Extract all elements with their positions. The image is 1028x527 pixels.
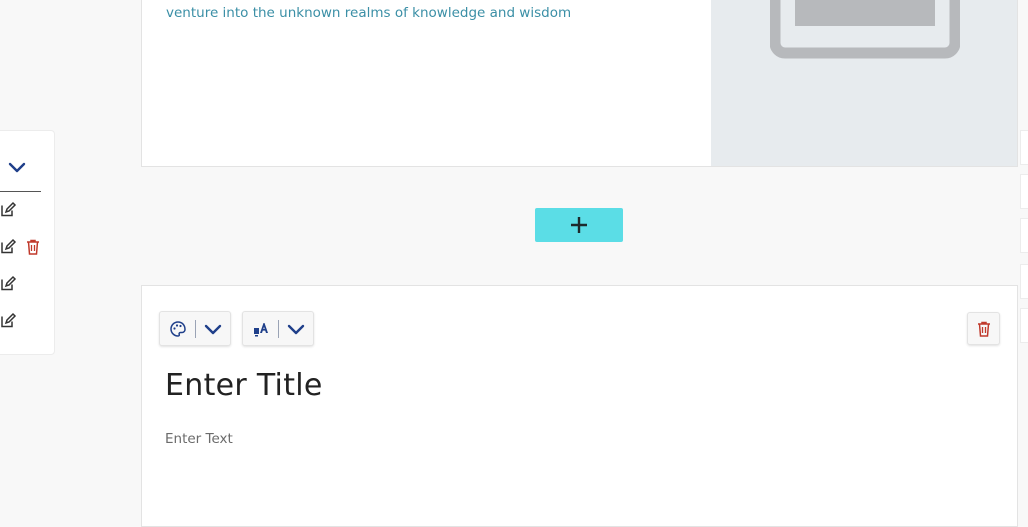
text-style-icon: [253, 322, 268, 336]
content-card: questions while seemingly daunting conti…: [141, 0, 1018, 167]
right-panel-tab[interactable]: [1020, 218, 1028, 253]
image-icon: [770, 0, 960, 59]
plus-icon: [571, 217, 587, 233]
card-title-input[interactable]: Enter Title: [165, 368, 323, 403]
right-panel-tab[interactable]: [1020, 174, 1028, 209]
edit-icon[interactable]: [0, 238, 17, 256]
card-body-text: questions while seemingly daunting conti…: [166, 0, 688, 21]
right-panel-tab[interactable]: [1020, 130, 1028, 165]
palette-button[interactable]: [160, 312, 195, 345]
card-text-input[interactable]: Enter Text: [165, 431, 233, 447]
trash-icon[interactable]: [24, 238, 42, 256]
text-style-button[interactable]: [243, 312, 278, 345]
new-card: Enter Title Enter Text: [141, 285, 1018, 527]
image-placeholder[interactable]: [711, 0, 1017, 166]
right-panel-tab[interactable]: [1020, 264, 1028, 299]
color-picker-dropdown[interactable]: [159, 311, 231, 346]
palette-icon: [169, 320, 186, 337]
palette-dropdown-toggle[interactable]: [196, 312, 230, 345]
right-panel-tab[interactable]: [1020, 308, 1028, 343]
panel-collapse-button[interactable]: [7, 159, 27, 175]
chevron-down-icon: [204, 324, 222, 334]
trash-icon: [977, 321, 990, 337]
left-outline-panel: [0, 130, 55, 355]
delete-card-button[interactable]: [967, 312, 1000, 345]
edit-icon[interactable]: [0, 275, 17, 293]
edit-icon[interactable]: [0, 312, 17, 330]
chevron-down-icon: [287, 324, 305, 334]
edit-icon[interactable]: [0, 201, 17, 219]
chevron-down-icon: [8, 162, 26, 173]
text-style-dropdown[interactable]: [242, 311, 314, 346]
add-block-button[interactable]: [535, 208, 623, 242]
panel-divider: [0, 191, 41, 192]
text-style-dropdown-toggle[interactable]: [279, 312, 313, 345]
